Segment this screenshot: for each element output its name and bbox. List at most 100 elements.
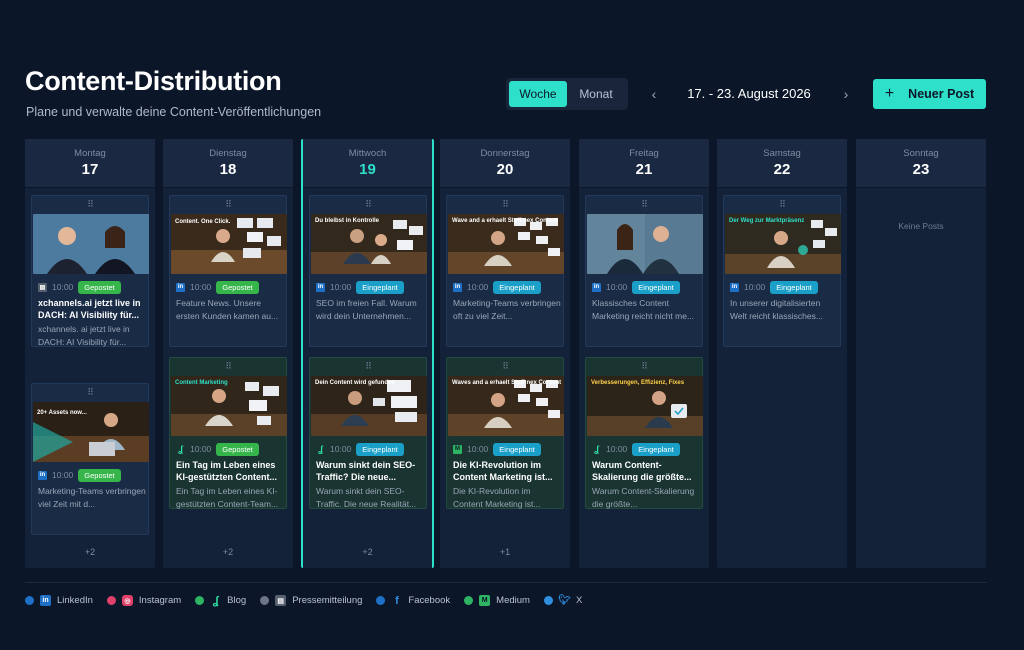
post-card[interactable]: ⠿ Der Weg zur Marktpräsenz in 10:00 Eing… xyxy=(723,195,841,347)
legend-item-linkedin: in LinkedIn xyxy=(25,595,93,606)
new-post-label: Neuer Post xyxy=(908,87,975,101)
post-thumbnail: Der Weg zur Marktpräsenz xyxy=(725,214,841,274)
thumbnail-text: Verbesserungen, Effizienz, Fixes xyxy=(591,380,685,386)
day-name: Samstag xyxy=(763,148,801,159)
drag-handle-icon[interactable]: ⠿ xyxy=(170,199,286,210)
status-badge: Eingeplant xyxy=(632,442,680,456)
linkedin-icon: in xyxy=(176,282,185,292)
more-posts-link[interactable]: +1 xyxy=(440,547,570,557)
instagram-icon: ◎ xyxy=(121,595,133,606)
new-post-button[interactable]: + Neuer Post xyxy=(873,79,986,109)
post-time: 10:00 xyxy=(606,282,628,292)
post-thumbnail: Waves and a erhaelt Stuff nex Content xyxy=(448,376,564,436)
post-card[interactable]: ⠿ 20+ Assets now... in 10:00 Gepostet Ma… xyxy=(31,383,149,535)
legend-label: Medium xyxy=(496,595,530,606)
blog-icon: ʆ xyxy=(212,594,219,607)
press-icon: ▤ xyxy=(275,595,287,606)
drag-handle-icon[interactable]: ⠿ xyxy=(447,199,563,210)
medium-icon: M xyxy=(479,595,491,606)
drag-handle-icon[interactable]: ⠿ xyxy=(32,199,148,210)
prev-week-button[interactable]: ‹ xyxy=(645,85,663,103)
post-card[interactable]: ⠿ Waves and a erhaelt Stuff nex Content … xyxy=(446,357,564,509)
legend-item-facebook: f Facebook xyxy=(376,595,451,607)
thumbnail-text: Du bleibst in Kontrolle xyxy=(315,218,380,224)
post-time: 10:00 xyxy=(52,470,74,480)
post-title: Ein Tag im Leben eines KI-gestützten Con… xyxy=(176,460,277,482)
date-range: 17. - 23. August 2026 xyxy=(687,86,811,101)
status-badge: Eingeplant xyxy=(356,442,404,456)
legend-label: Facebook xyxy=(408,595,451,606)
medium-icon: M xyxy=(453,444,462,454)
thumbnail-text: 20+ Assets now... xyxy=(37,410,87,416)
day-column-friday: Freitag 21 ⠿ in 10:00 Eingeplant Klassis… xyxy=(579,139,709,568)
drag-handle-icon[interactable]: ⠿ xyxy=(170,361,286,372)
post-card[interactable]: ⠿ Dein Content wird gefunden ʆ 10:00 Ein… xyxy=(309,357,427,509)
post-excerpt: SEO im freien Fall. Warum wird dein Unte… xyxy=(316,298,417,321)
post-card[interactable]: ⠿ Content. One Click. in 10:00 Gepostet … xyxy=(169,195,287,347)
post-excerpt: Ein Tag im Leben eines KI-gestützten Con… xyxy=(176,486,279,509)
color-dot xyxy=(464,596,474,605)
post-card[interactable]: ⠿ ▤ 10:00 Gepostet xchannels.ai jetzt li… xyxy=(31,195,149,347)
next-week-button[interactable]: › xyxy=(837,85,855,103)
drag-handle-icon[interactable]: ⠿ xyxy=(724,199,840,210)
post-card[interactable]: ⠿ in 10:00 Eingeplant Klassisches Conten… xyxy=(585,195,703,347)
day-column-sunday: Sonntag 23 Keine Posts xyxy=(856,139,986,568)
linkedin-icon: in xyxy=(592,282,601,292)
post-title: Warum sinkt dein SEO-Traffic? Die neue..… xyxy=(316,460,416,482)
color-dot xyxy=(543,596,553,605)
empty-day-text: Keine Posts xyxy=(898,221,944,231)
blog-icon: ʆ xyxy=(594,444,599,454)
page-subtitle: Plane und verwalte deine Content-Veröffe… xyxy=(26,105,322,119)
status-badge: Gepostet xyxy=(78,280,121,294)
day-number: 21 xyxy=(635,161,653,178)
linkedin-icon: in xyxy=(316,282,325,292)
status-badge: Eingeplant xyxy=(770,280,818,294)
post-card[interactable]: ⠿ Du bleibst in Kontrolle in 10:00 Einge… xyxy=(309,195,427,347)
thumbnail-text: Content Marketing xyxy=(175,380,228,386)
post-time: 10:00 xyxy=(52,282,74,292)
post-thumbnail: Content Marketing xyxy=(171,376,287,436)
day-number: 17 xyxy=(81,161,99,178)
day-column-saturday: Samstag 22 ⠿ Der Weg zur Marktpräsenz in… xyxy=(717,139,847,568)
plus-icon: + xyxy=(884,85,895,102)
post-excerpt: In unserer digitalisierten Welt reicht k… xyxy=(730,298,823,321)
page-title: Content-Distribution xyxy=(25,66,282,96)
drag-handle-icon[interactable]: ⠿ xyxy=(447,361,563,372)
day-number: 19 xyxy=(359,161,376,178)
status-badge: Gepostet xyxy=(216,442,259,456)
post-thumbnail: Du bleibst in Kontrolle xyxy=(311,214,427,274)
post-card[interactable]: ⠿ Content Marketing ʆ 10:00 Gepostet Ein… xyxy=(169,357,287,509)
post-time: 10:00 xyxy=(606,444,628,454)
linkedin-icon: in xyxy=(38,470,47,480)
post-card[interactable]: ⠿ Wave and a erhaelt Stuff nex Content i… xyxy=(446,195,564,347)
post-card[interactable]: ⠿ Verbesserungen, Effizienz, Fixes ʆ 10:… xyxy=(585,357,703,509)
day-name: Montag xyxy=(74,148,106,159)
post-excerpt: Feature News. Unsere ersten Kunden kamen… xyxy=(176,298,279,321)
post-thumbnail: 20+ Assets now... xyxy=(33,402,149,462)
view-month-button[interactable]: Monat xyxy=(567,81,625,107)
view-week-button[interactable]: Woche xyxy=(509,81,567,107)
legend-item-blog: ʆ Blog xyxy=(195,594,247,607)
press-icon: ▤ xyxy=(38,282,47,292)
post-time: 10:00 xyxy=(190,444,212,454)
drag-handle-icon[interactable]: ⠿ xyxy=(586,361,702,372)
day-name: Mittwoch xyxy=(348,148,387,159)
day-header: Samstag 22 xyxy=(717,139,847,188)
drag-handle-icon[interactable]: ⠿ xyxy=(586,199,702,210)
post-time: 10:00 xyxy=(467,444,489,454)
post-time: 10:00 xyxy=(467,282,489,292)
color-dot xyxy=(106,596,116,605)
more-posts-link[interactable]: +2 xyxy=(25,547,155,557)
drag-handle-icon[interactable]: ⠿ xyxy=(310,361,426,372)
day-number: 23 xyxy=(912,161,930,178)
drag-handle-icon[interactable]: ⠿ xyxy=(310,199,426,210)
post-thumbnail xyxy=(33,214,149,274)
post-excerpt: Warum Content-Skalierung die größte... xyxy=(592,486,695,509)
post-excerpt: Marketing-Teams verbringen oft zu viel Z… xyxy=(453,298,561,321)
drag-handle-icon[interactable]: ⠿ xyxy=(32,387,148,398)
more-posts-link[interactable]: +2 xyxy=(163,547,293,557)
legend-label: LinkedIn xyxy=(57,595,93,606)
more-posts-link[interactable]: +2 xyxy=(303,547,432,557)
status-badge: Eingeplant xyxy=(632,280,680,294)
legend-label: Blog xyxy=(227,595,247,606)
